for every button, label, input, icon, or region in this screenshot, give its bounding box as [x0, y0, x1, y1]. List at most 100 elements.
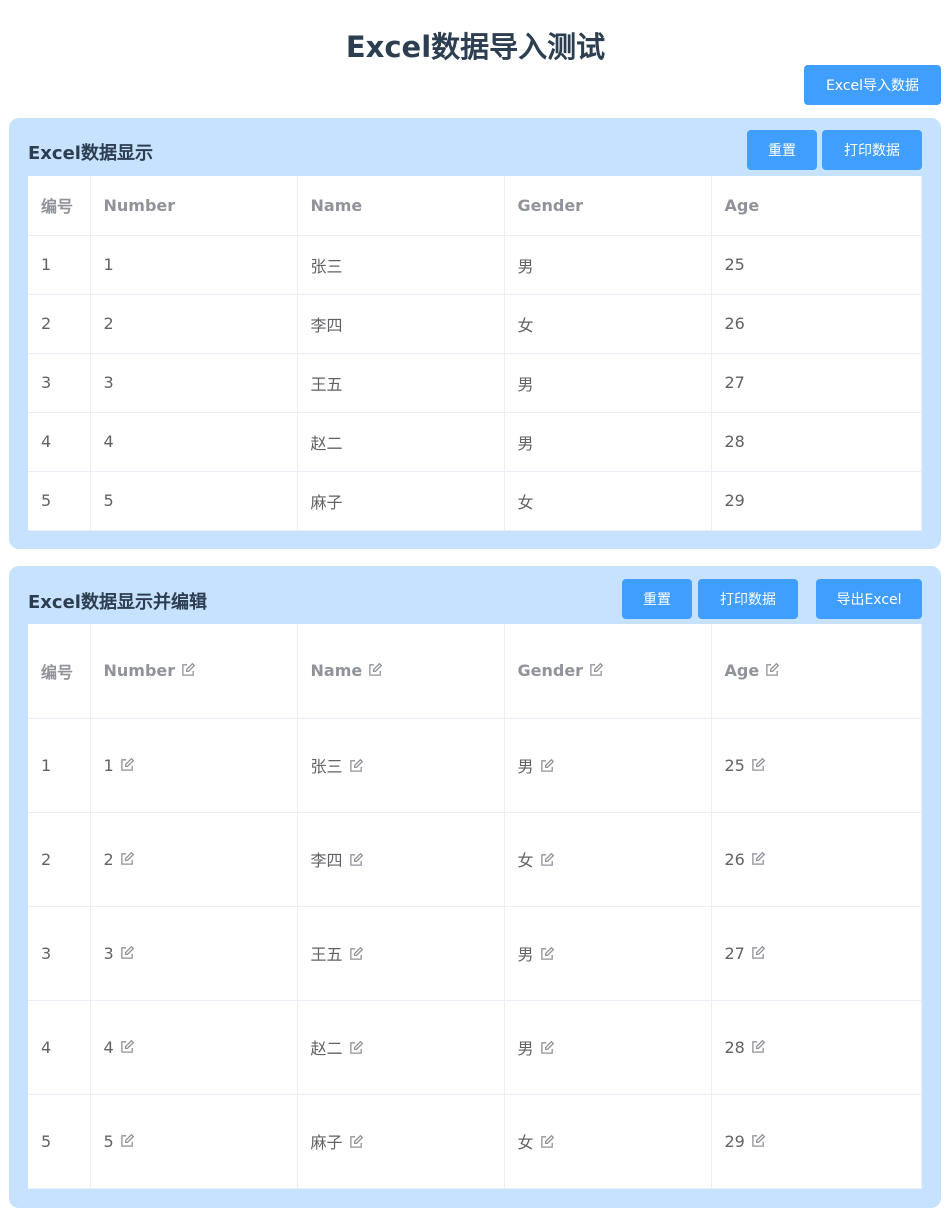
print-data-button[interactable]: 打印数据 [698, 579, 798, 619]
export-excel-button[interactable]: 导出Excel [816, 579, 922, 619]
table-row[interactable]: 1 1 张三 男 25 [28, 718, 922, 813]
cell-number: 5 [90, 471, 298, 531]
cell-index: 3 [28, 353, 91, 413]
table-row[interactable]: 2 2 李四 女 26 [28, 294, 922, 354]
cell-value: 张三 [310, 757, 343, 776]
table-row[interactable]: 4 4 赵二 男 28 [28, 1000, 922, 1095]
edit-icon[interactable] [540, 946, 555, 961]
edit-icon[interactable] [540, 1134, 555, 1149]
cell-number: 4 [90, 412, 298, 472]
column-header-gender[interactable]: Gender [504, 176, 712, 236]
cell-age: 27 [711, 353, 922, 413]
cell-name[interactable]: 麻子 [297, 1094, 505, 1189]
cell-age: 28 [711, 412, 922, 472]
edit-icon[interactable] [120, 757, 135, 772]
cell-age[interactable]: 27 [711, 906, 922, 1001]
cell-index: 1 [28, 718, 91, 813]
cell-value: 26 [724, 849, 745, 869]
cell-number[interactable]: 4 [90, 1000, 298, 1095]
cell-name[interactable]: 李四 [297, 812, 505, 907]
cell-number[interactable]: 2 [90, 812, 298, 907]
cell-gender[interactable]: 女 [504, 1094, 712, 1189]
cell-value: 29 [724, 1131, 745, 1151]
cell-gender[interactable]: 男 [504, 718, 712, 813]
table-row[interactable]: 2 2 李四 女 26 [28, 812, 922, 907]
column-header-age[interactable]: Age [711, 624, 922, 719]
table-row[interactable]: 4 4 赵二 男 28 [28, 412, 922, 472]
cell-age[interactable]: 29 [711, 1094, 922, 1189]
table-row[interactable]: 3 3 王五 男 27 [28, 353, 922, 413]
edit-icon[interactable] [751, 851, 766, 866]
cell-value: 28 [724, 1037, 745, 1057]
edit-icon[interactable] [349, 1134, 364, 1149]
cell-name: 王五 [297, 353, 505, 413]
edit-icon[interactable] [120, 851, 135, 866]
edit-icon[interactable] [120, 945, 135, 960]
cell-index: 2 [28, 812, 91, 907]
cell-index: 3 [28, 906, 91, 1001]
cell-number[interactable]: 5 [90, 1094, 298, 1189]
table-row[interactable]: 5 5 麻子 女 29 [28, 1094, 922, 1189]
cell-name[interactable]: 王五 [297, 906, 505, 1001]
cell-name[interactable]: 赵二 [297, 1000, 505, 1095]
panel-title: Excel数据显示并编辑 [28, 592, 207, 613]
edit-icon[interactable] [540, 1040, 555, 1055]
table-row[interactable]: 1 1 张三 男 25 [28, 235, 922, 295]
cell-name[interactable]: 张三 [297, 718, 505, 813]
edit-icon[interactable] [540, 852, 555, 867]
cell-index: 4 [28, 412, 91, 472]
column-header-gender[interactable]: Gender [504, 624, 712, 719]
edit-icon[interactable] [349, 852, 364, 867]
cell-index: 5 [28, 471, 91, 531]
cell-number[interactable]: 3 [90, 906, 298, 1001]
edit-icon[interactable] [120, 1039, 135, 1054]
edit-icon[interactable] [120, 1133, 135, 1148]
cell-value: 5 [103, 1131, 114, 1151]
edit-icon[interactable] [540, 758, 555, 773]
edit-icon[interactable] [349, 758, 364, 773]
cell-index: 2 [28, 294, 91, 354]
cell-gender[interactable]: 男 [504, 906, 712, 1001]
edit-icon[interactable] [751, 757, 766, 772]
cell-gender: 男 [504, 235, 712, 295]
table-row[interactable]: 3 3 王五 男 27 [28, 906, 922, 1001]
cell-gender[interactable]: 男 [504, 1000, 712, 1095]
cell-number: 3 [90, 353, 298, 413]
edit-icon[interactable] [751, 1133, 766, 1148]
cell-name: 麻子 [297, 471, 505, 531]
cell-age[interactable]: 28 [711, 1000, 922, 1095]
cell-gender: 女 [504, 294, 712, 354]
column-header-number[interactable]: Number [90, 624, 298, 719]
reset-button[interactable]: 重置 [622, 579, 692, 619]
excel-import-button[interactable]: Excel导入数据 [804, 65, 941, 105]
data-table: 编号 Number Name Gender Age 1 1 张三 男 25 2 … [28, 176, 922, 531]
column-header-name[interactable]: Name [297, 624, 505, 719]
edit-icon[interactable] [751, 945, 766, 960]
edit-icon[interactable] [349, 946, 364, 961]
cell-value: 2 [103, 849, 114, 869]
cell-gender[interactable]: 女 [504, 812, 712, 907]
column-header-index[interactable]: 编号 [28, 176, 91, 236]
cell-number: 2 [90, 294, 298, 354]
edit-icon[interactable] [349, 1040, 364, 1055]
column-header-number[interactable]: Number [90, 176, 298, 236]
cell-value: 4 [103, 1037, 114, 1057]
table-row[interactable]: 5 5 麻子 女 29 [28, 471, 922, 531]
cell-age[interactable]: 25 [711, 718, 922, 813]
column-header-index[interactable]: 编号 [28, 624, 91, 719]
reset-button[interactable]: 重置 [747, 130, 817, 170]
table-header-row: 编号 Number Name Gender Age [28, 176, 922, 236]
panel-data-display: Excel数据显示 重置 打印数据 编号 Number Name Gender … [9, 118, 941, 549]
cell-value: 女 [517, 1133, 534, 1152]
cell-gender: 男 [504, 412, 712, 472]
print-data-button[interactable]: 打印数据 [822, 130, 922, 170]
cell-index: 5 [28, 1094, 91, 1189]
cell-number[interactable]: 1 [90, 718, 298, 813]
cell-number: 1 [90, 235, 298, 295]
column-header-name[interactable]: Name [297, 176, 505, 236]
column-header-age[interactable]: Age [711, 176, 922, 236]
cell-value: 王五 [310, 945, 343, 964]
edit-icon[interactable] [751, 1039, 766, 1054]
cell-age[interactable]: 26 [711, 812, 922, 907]
cell-index: 4 [28, 1000, 91, 1095]
